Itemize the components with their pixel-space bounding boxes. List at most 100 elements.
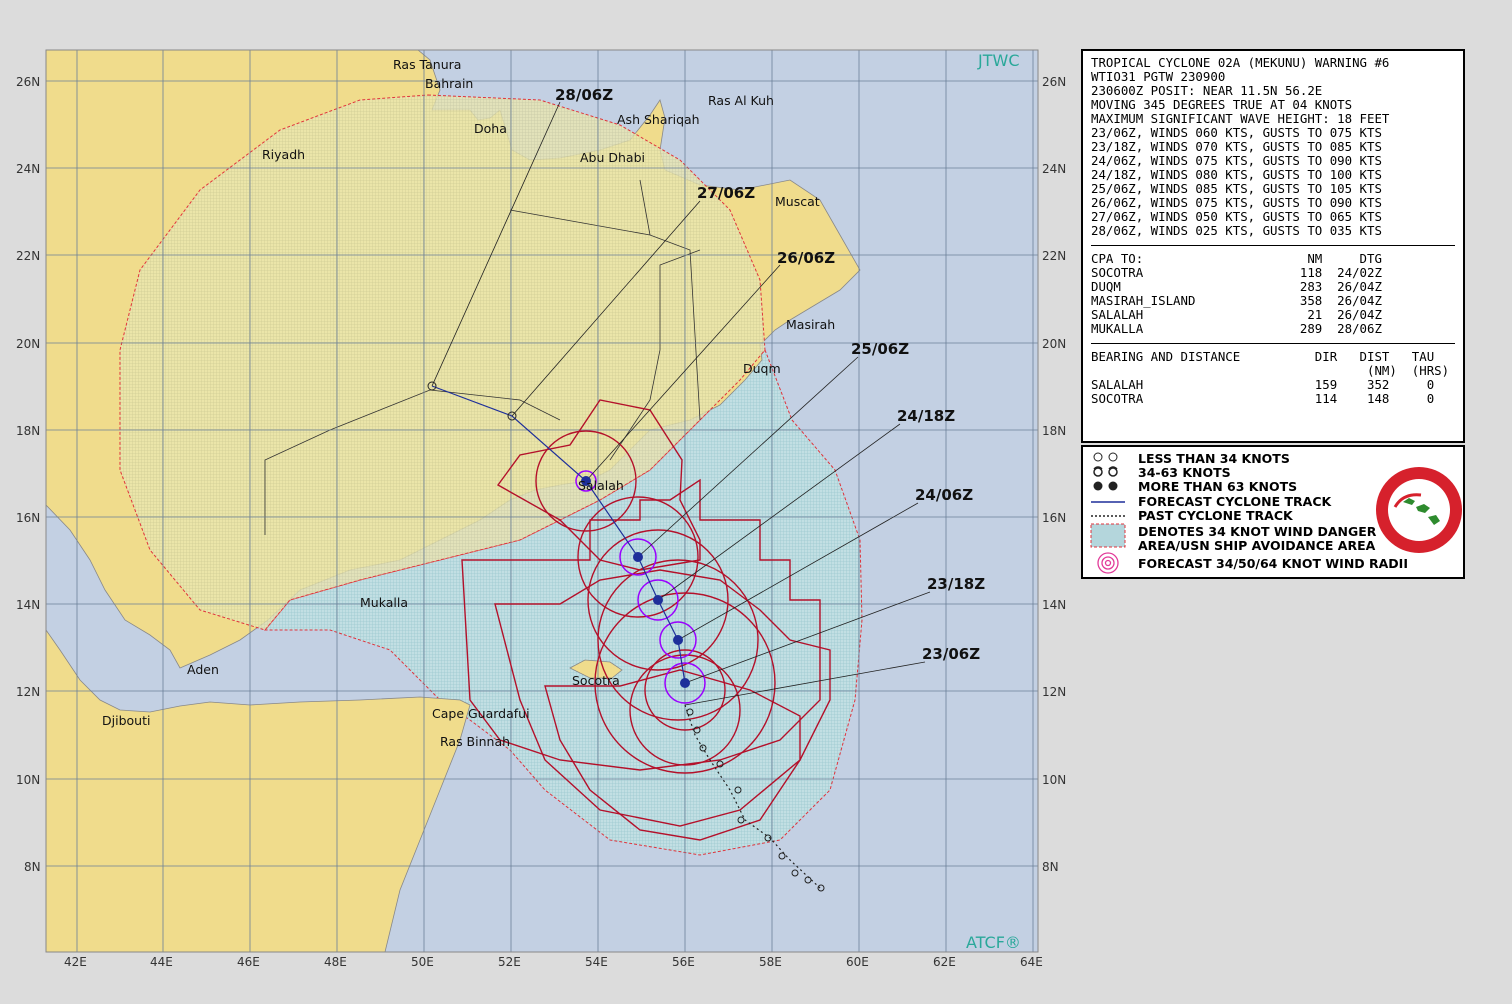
place-label: Bahrain <box>425 76 473 91</box>
place-label: Aden <box>187 662 219 677</box>
place-label: Ras Binnah <box>440 734 510 749</box>
bearing-line: (NM) (HRS) <box>1091 363 1450 378</box>
cpa-line: SALALAH 21 26/04Z <box>1091 307 1382 322</box>
place-label: Ash Shariqah <box>617 112 700 127</box>
legend-danger-2: AREA/USN SHIP AVOIDANCE AREA <box>1138 538 1376 553</box>
place-label: Masirah <box>786 317 835 332</box>
lon-label: 56E <box>672 955 695 969</box>
forecast-time-label: 25/06Z <box>851 340 909 358</box>
warning-line: MOVING 345 DEGREES TRUE AT 04 KNOTS <box>1091 97 1353 112</box>
bearing-line: SOCOTRA 114 148 0 <box>1091 391 1435 406</box>
legend-forecast-track: FORECAST CYCLONE TRACK <box>1138 494 1332 509</box>
legend-more-63: MORE THAN 63 KNOTS <box>1138 479 1298 494</box>
lon-label: 52E <box>498 955 521 969</box>
cpa-line: CPA TO: NM DTG <box>1091 251 1382 266</box>
lat-label: 24N <box>16 162 40 176</box>
wind-radii-icon <box>1097 552 1119 574</box>
storm-track-map: 26N 24N 22N 20N 18N 16N 14N 12N 10N 8N 2… <box>16 49 1066 969</box>
warning-line: 230600Z POSIT: NEAR 11.5N 56.2E <box>1091 83 1323 98</box>
divider <box>1091 245 1455 246</box>
lon-label: 46E <box>237 955 260 969</box>
lat-label: 18N <box>16 424 40 438</box>
34-63-knots-icon <box>1093 466 1118 477</box>
lat-label: 8N <box>24 860 41 874</box>
warning-line: 26/06Z, WINDS 075 KTS, GUSTS TO 090 KTS <box>1091 195 1382 210</box>
warning-line: 28/06Z, WINDS 025 KTS, GUSTS TO 035 KTS <box>1091 223 1382 238</box>
lon-label: 62E <box>933 955 956 969</box>
lat-label: 14N <box>16 598 40 612</box>
jtwc-label: JTWC <box>977 51 1019 70</box>
lat-label: 20N <box>1042 337 1066 351</box>
forecast-time-label: 28/06Z <box>555 86 613 104</box>
cpa-line: MASIRAH_ISLAND 358 26/04Z <box>1091 293 1382 308</box>
legend-danger-1: DENOTES 34 KNOT WIND DANGER <box>1138 524 1377 539</box>
legend-past-track: PAST CYCLONE TRACK <box>1138 508 1293 523</box>
place-label: Mukalla <box>360 595 408 610</box>
warning-line: 27/06Z, WINDS 050 KTS, GUSTS TO 065 KTS <box>1091 209 1382 224</box>
legend-less-34: LESS THAN 34 KNOTS <box>1138 451 1290 466</box>
lon-label: 48E <box>324 955 347 969</box>
cpa-line: SOCOTRA 118 24/02Z <box>1091 265 1382 280</box>
warning-line: TROPICAL CYCLONE 02A (MEKUNU) WARNING #6 <box>1091 55 1390 70</box>
lat-label: 12N <box>1042 685 1066 699</box>
forecast-time-label: 27/06Z <box>697 184 755 202</box>
divider <box>1091 343 1455 344</box>
place-label: Duqm <box>743 361 781 376</box>
forecast-time-label: 26/06Z <box>777 249 835 267</box>
warning-line: 23/18Z, WINDS 070 KTS, GUSTS TO 085 KTS <box>1091 139 1382 154</box>
lon-label: 50E <box>411 955 434 969</box>
less-than-34-icon <box>1093 452 1118 462</box>
forecast-time-label: 24/06Z <box>915 486 973 504</box>
lon-label: 64E <box>1020 955 1043 969</box>
lon-label: 60E <box>846 955 869 969</box>
lon-label: 44E <box>150 955 173 969</box>
place-label: Doha <box>474 121 507 136</box>
lat-label: 8N <box>1042 860 1059 874</box>
place-label: Abu Dhabi <box>580 150 645 165</box>
lat-label: 24N <box>1042 162 1066 176</box>
place-label: Ras Tanura <box>393 57 461 72</box>
place-label: Cape Guardafui <box>432 706 530 721</box>
lon-label: 42E <box>64 955 87 969</box>
warning-line: MAXIMUM SIGNIFICANT WAVE HEIGHT: 18 FEET <box>1091 111 1390 126</box>
cpa-line: MUKALLA 289 28/06Z <box>1091 321 1382 336</box>
lat-label: 16N <box>16 511 40 525</box>
forecast-time-label: 24/18Z <box>897 407 955 425</box>
place-label: Salalah <box>578 478 624 493</box>
bearing-line: BEARING AND DISTANCE DIR DIST TAU <box>1091 349 1435 364</box>
lon-label: 58E <box>759 955 782 969</box>
lat-label: 22N <box>1042 249 1066 263</box>
lon-label: 54E <box>585 955 608 969</box>
bearing-line: SALALAH 159 352 0 <box>1091 377 1435 392</box>
lat-label: 18N <box>1042 424 1066 438</box>
place-label: Djibouti <box>102 713 150 728</box>
place-label: Riyadh <box>262 147 305 162</box>
lat-label: 14N <box>1042 598 1066 612</box>
forecast-time-label: 23/18Z <box>927 575 985 593</box>
warning-line: 25/06Z, WINDS 085 KTS, GUSTS TO 105 KTS <box>1091 181 1382 196</box>
place-label: Ras Al Kuh <box>708 93 774 108</box>
warning-line: 24/18Z, WINDS 080 KTS, GUSTS TO 100 KTS <box>1091 167 1382 182</box>
place-label: Muscat <box>775 194 820 209</box>
warning-line: WTIO31 PGTW 230900 <box>1091 69 1226 84</box>
more-than-63-icon <box>1093 481 1118 491</box>
atcf-label: ATCF® <box>966 933 1021 952</box>
warning-info-panel: TROPICAL CYCLONE 02A (MEKUNU) WARNING #6… <box>1081 49 1465 443</box>
place-label: Socotra <box>572 673 620 688</box>
warning-line: 24/06Z, WINDS 075 KTS, GUSTS TO 090 KTS <box>1091 153 1382 168</box>
legend-34-63: 34-63 KNOTS <box>1138 465 1231 480</box>
warning-line: 23/06Z, WINDS 060 KTS, GUSTS TO 075 KTS <box>1091 125 1382 140</box>
lat-label: 12N <box>16 685 40 699</box>
forecast-time-label: 23/06Z <box>922 645 980 663</box>
lat-label: 20N <box>16 337 40 351</box>
lat-label: 16N <box>1042 511 1066 525</box>
lat-label: 10N <box>1042 773 1066 787</box>
cpa-line: DUQM 283 26/04Z <box>1091 279 1382 294</box>
danger-area-icon <box>1090 523 1126 548</box>
lat-label: 26N <box>1042 75 1066 89</box>
lat-label: 10N <box>16 773 40 787</box>
lat-label: 22N <box>16 249 40 263</box>
lat-label: 26N <box>16 75 40 89</box>
legend-panel: LESS THAN 34 KNOTS 34-63 KNOTS MORE THAN… <box>1081 445 1465 579</box>
legend-wind-radii: FORECAST 34/50/64 KNOT WIND RADII <box>1138 556 1408 571</box>
